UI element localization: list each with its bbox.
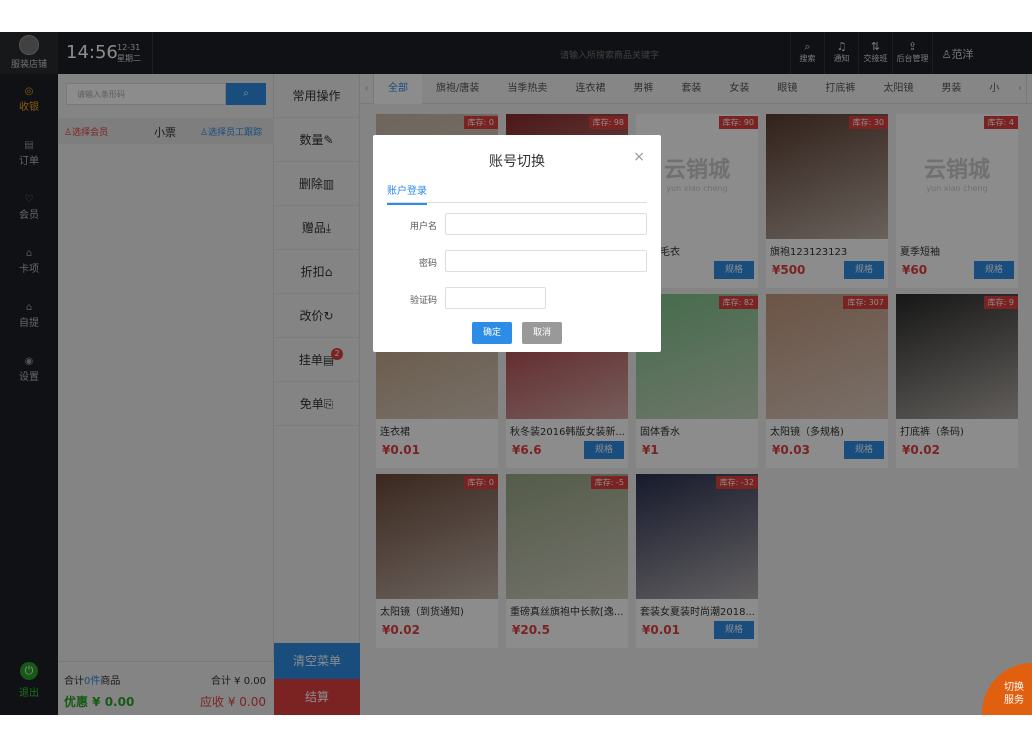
- username-field[interactable]: [445, 213, 647, 235]
- dialog-title: 账号切换: [489, 154, 545, 170]
- account-switch-dialog: 账号切换 × 账户登录 用户名 密码 验证码 确定 取消: [373, 135, 661, 352]
- divider: [387, 202, 647, 203]
- username-label: 用户名: [409, 222, 437, 232]
- corner-line1: 切换: [1004, 682, 1024, 693]
- corner-line2: 服务: [1004, 695, 1024, 706]
- captcha-label: 验证码: [409, 296, 437, 306]
- cancel-button[interactable]: 取消: [522, 322, 562, 344]
- close-icon[interactable]: ×: [633, 149, 645, 165]
- captcha-field[interactable]: [445, 287, 546, 309]
- confirm-button[interactable]: 确定: [472, 322, 512, 344]
- pos-app: 服装店铺 14:56 12-31 星期二 请输入所搜索商品关键字 ⌕ 搜索 ♫ 通知…: [0, 32, 1032, 715]
- password-field[interactable]: [445, 250, 647, 272]
- password-label: 密码: [418, 259, 437, 269]
